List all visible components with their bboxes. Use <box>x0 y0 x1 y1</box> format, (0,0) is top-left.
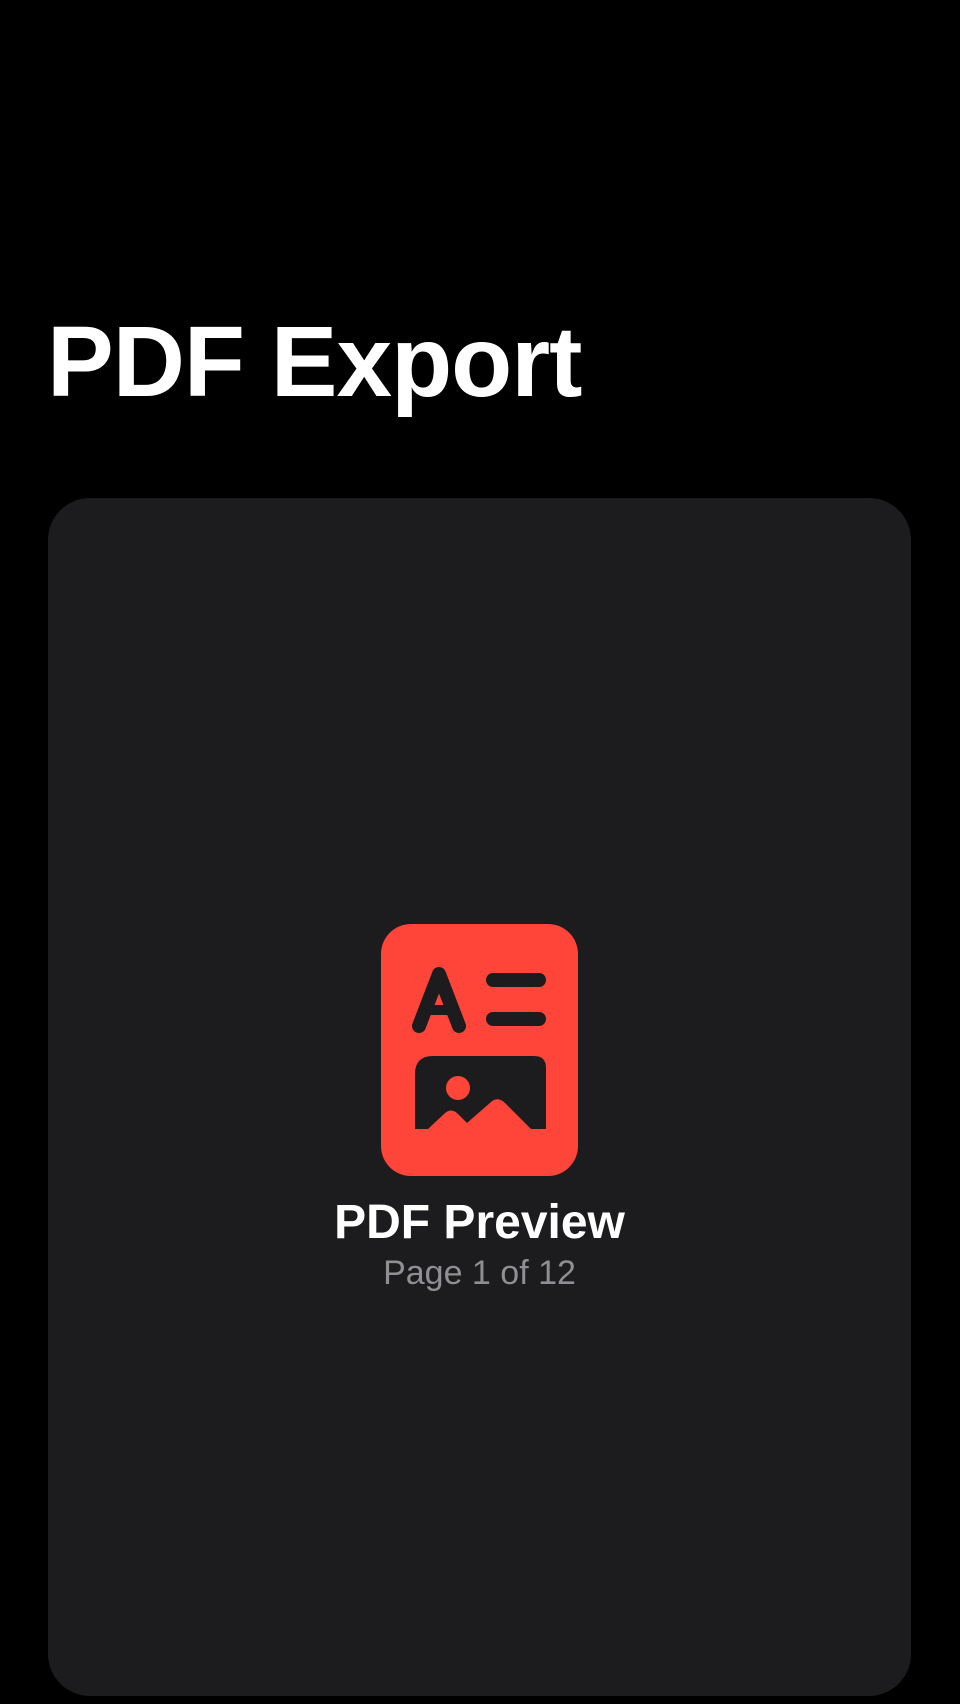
page-indicator: Page 1 of 12 <box>383 1254 576 1292</box>
doc-richtext-icon <box>381 924 578 1176</box>
preview-title: PDF Preview <box>334 1196 625 1249</box>
pdf-preview-placeholder: PDF Preview Page 1 of 12 <box>48 924 911 1293</box>
page-title: PDF Export <box>47 306 582 418</box>
pdf-preview-card[interactable]: PDF Preview Page 1 of 12 <box>48 498 911 1696</box>
